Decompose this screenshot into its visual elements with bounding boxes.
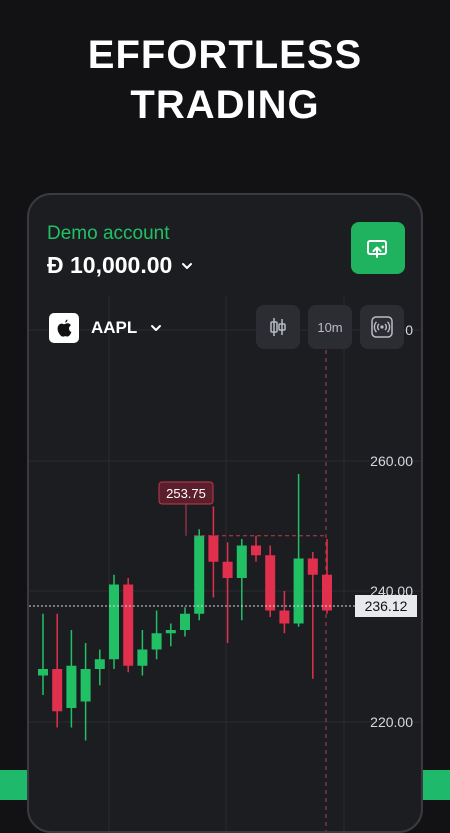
candlestick-icon: [270, 318, 286, 336]
candle-body: [94, 659, 105, 669]
candle-body: [109, 584, 119, 660]
candle-body: [137, 649, 148, 666]
account-type-label: Demo account: [47, 223, 170, 244]
candle-body: [151, 633, 162, 650]
current-price-label: 236.12: [365, 598, 408, 614]
candle-body: [307, 558, 318, 575]
symbol-selector[interactable]: AAPL: [49, 313, 163, 343]
apple-logo-icon: [49, 313, 79, 343]
phone-frame: 0 260.00 240.00 220.00 253.75 236.12 Demo acc…: [27, 193, 423, 833]
candle-body: [222, 561, 233, 578]
candle-body: [293, 558, 304, 624]
y-tick-label: 0: [405, 322, 413, 338]
candle-body: [38, 669, 48, 676]
green-accent-left: [0, 770, 28, 800]
highlight-price-label: 253.75: [166, 486, 206, 501]
deposit-upload-icon: [367, 240, 387, 258]
symbol-ticker: AAPL: [91, 318, 138, 337]
candle-body: [165, 630, 176, 634]
headline: EFFORTLESS TRADING: [0, 30, 450, 130]
candle-body: [52, 669, 63, 712]
candle-body: [265, 555, 276, 611]
candle-body: [80, 669, 91, 702]
candle-body: [208, 535, 219, 562]
price-chart[interactable]: 0260.00240.00220.00253.75236.12: [29, 195, 423, 833]
timeframe-label: 10m: [317, 319, 343, 335]
candle-body: [322, 574, 332, 611]
account-balance: Đ 10,000.00: [47, 252, 173, 278]
candle-body: [236, 545, 247, 578]
chevron-down-icon: [151, 325, 162, 331]
timeframe-button[interactable]: 10m: [308, 305, 352, 349]
candle-body: [194, 535, 205, 614]
candle-body: [251, 545, 261, 556]
green-accent-right: [422, 770, 450, 800]
deposit-button[interactable]: [351, 222, 405, 274]
y-tick-label: 220.00: [370, 714, 413, 730]
chevron-down-icon: [182, 262, 193, 269]
headline-line-2: TRADING: [130, 83, 320, 127]
account-balance-selector[interactable]: Đ 10,000.00: [47, 252, 194, 279]
candle-body: [279, 610, 290, 624]
chart-type-button[interactable]: [256, 305, 300, 349]
candle-body: [180, 613, 190, 630]
candle-body: [66, 665, 77, 708]
broadcast-icon: [371, 316, 393, 338]
signals-button[interactable]: [360, 305, 404, 349]
headline-line-1: EFFORTLESS: [87, 33, 363, 77]
candle-body: [123, 584, 134, 666]
y-tick-label: 260.00: [370, 453, 413, 469]
